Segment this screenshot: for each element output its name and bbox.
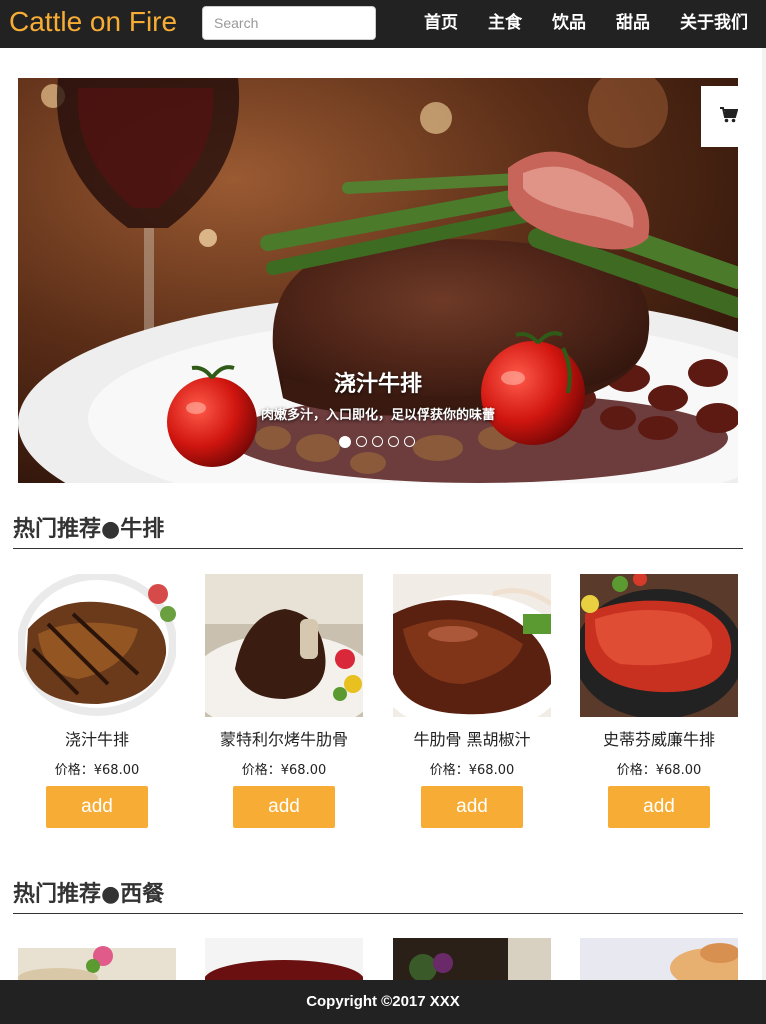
carousel-indicator[interactable] <box>388 436 399 447</box>
product-image[interactable] <box>393 938 551 980</box>
product-price: 价格：¥68.00 <box>616 763 702 778</box>
cart-button[interactable] <box>701 86 738 147</box>
section-divider <box>13 548 743 549</box>
nav-item-about[interactable]: 关于我们 <box>680 10 748 36</box>
section-divider <box>13 913 743 914</box>
product-card: 牛肋骨 黑胡椒汁 价格：¥68.00 add <box>393 574 551 828</box>
add-to-cart-button[interactable]: add <box>421 786 523 828</box>
product-card: 浇汁牛排 价格：¥68.00 add <box>18 574 176 828</box>
product-name[interactable]: 牛肋骨 黑胡椒汁 <box>381 726 563 750</box>
product-image[interactable] <box>205 938 363 980</box>
add-to-cart-button[interactable]: add <box>46 786 148 828</box>
main-nav: 首页 主食 饮品 甜品 关于我们 <box>424 10 748 36</box>
product-card: 蒙特利尔烤牛肋骨 价格：¥68.00 add <box>205 574 363 828</box>
carousel-indicators <box>339 435 415 448</box>
product-image[interactable] <box>18 938 176 980</box>
top-navbar: Cattle on Fire 首页 主食 饮品 甜品 关于我们 <box>0 0 766 48</box>
footer: Copyright ©2017 XXX <box>0 980 766 1024</box>
carousel-caption-subtitle: 肉嫩多汁，入口即化，足以俘获你的味蕾 <box>260 408 495 423</box>
product-card: 史蒂芬威廉牛排 价格：¥68.00 add <box>580 574 738 828</box>
carousel-indicator[interactable] <box>372 436 383 447</box>
footer-copyright: Copyright ©2017 XXX <box>306 993 460 1010</box>
nav-item-home[interactable]: 首页 <box>424 10 458 36</box>
product-name[interactable]: 浇汁牛排 <box>6 726 188 750</box>
add-to-cart-button[interactable]: add <box>233 786 335 828</box>
product-image[interactable] <box>205 574 363 717</box>
product-price: 价格：¥68.00 <box>429 763 515 778</box>
add-to-cart-button[interactable]: add <box>608 786 710 828</box>
carousel-indicator[interactable] <box>356 436 367 447</box>
product-price: 价格：¥68.00 <box>54 763 140 778</box>
brand-logo[interactable]: Cattle on Fire <box>9 6 177 38</box>
page-scrollbar[interactable] <box>762 48 766 980</box>
nav-item-drinks[interactable]: 饮品 <box>552 10 586 36</box>
product-price: 价格：¥68.00 <box>241 763 327 778</box>
nav-item-desserts[interactable]: 甜品 <box>616 10 650 36</box>
product-image[interactable] <box>18 574 176 717</box>
carousel-caption-title: 浇汁牛排 <box>333 372 422 397</box>
product-name[interactable]: 史蒂芬威廉牛排 <box>568 726 750 750</box>
product-image[interactable] <box>393 574 551 717</box>
section-title-western: 热门推荐●西餐 <box>13 882 165 907</box>
product-image[interactable] <box>580 574 738 717</box>
cart-icon <box>720 107 738 123</box>
search-input[interactable] <box>202 6 376 40</box>
carousel-indicator[interactable] <box>339 435 351 448</box>
product-name[interactable]: 蒙特利尔烤牛肋骨 <box>193 726 375 750</box>
carousel-indicator[interactable] <box>404 436 415 447</box>
nav-item-mains[interactable]: 主食 <box>488 10 522 36</box>
section-title-steak: 热门推荐●牛排 <box>13 517 165 542</box>
product-image[interactable] <box>580 938 738 980</box>
